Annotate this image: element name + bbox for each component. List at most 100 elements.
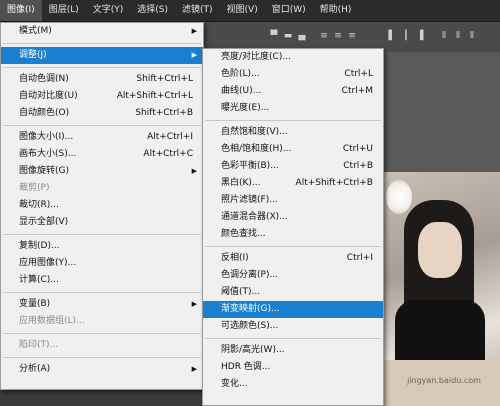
menu-item-variables[interactable]: 变量(B) ▶ xyxy=(1,296,203,313)
distribute-center-icon[interactable]: ⦀ xyxy=(452,31,464,41)
menu-item-label: 自动对比度(U) xyxy=(19,91,78,101)
menu-item-hdr-toning[interactable]: HDR 色调... xyxy=(203,359,383,376)
menu-item-shortcut: Ctrl+L xyxy=(344,69,373,79)
distribute-top-icon[interactable]: ≡ xyxy=(318,31,330,41)
menu-item-channel-mixer[interactable]: 通道混合器(X)... xyxy=(203,209,383,226)
menu-item-calculations[interactable]: 计算(C)... xyxy=(1,272,203,289)
menu-item-label: 通道混合器(X)... xyxy=(221,212,288,222)
menu-item-gradient-map[interactable]: 渐变映射(G)... xyxy=(203,301,383,318)
distribute-right-icon[interactable]: ⦀ xyxy=(466,31,478,41)
menu-item-shadows-highlights[interactable]: 阴影/高光(W)... xyxy=(203,342,383,359)
menu-item-duplicate[interactable]: 复制(D)... xyxy=(1,238,203,255)
menu-item-apply-data-set: 应用数据组(L)... xyxy=(1,313,203,330)
menu-item-label: 自然饱和度(V)... xyxy=(221,127,288,137)
menu-item-shortcut: Ctrl+B xyxy=(343,161,373,171)
menu-item-label: 分析(A) xyxy=(19,364,51,374)
menu-item-label: 色调分离(P)... xyxy=(221,270,279,280)
menu-item-crop: 裁剪(P) xyxy=(1,180,203,197)
menu-item-mode[interactable]: 模式(M) ▶ xyxy=(1,23,203,40)
menu-item-label: 变化... xyxy=(221,379,248,389)
menu-item-shortcut: Alt+Shift+Ctrl+B xyxy=(295,178,373,188)
menu-item-label: 变量(B) xyxy=(19,299,51,309)
menu-separator xyxy=(3,67,201,68)
menu-item-label: 调整(J) xyxy=(19,50,47,60)
menu-item-color-lookup[interactable]: 颜色查找... xyxy=(203,226,383,243)
menu-filter[interactable]: 滤镜(T) xyxy=(175,0,220,21)
menu-separator xyxy=(205,246,381,247)
menu-item-reveal-all[interactable]: 显示全部(V) xyxy=(1,214,203,231)
menu-item-analysis[interactable]: 分析(A) ▶ xyxy=(1,361,203,378)
menu-item-apply-image[interactable]: 应用图像(Y)... xyxy=(1,255,203,272)
submenu-arrow-icon: ▶ xyxy=(191,27,197,35)
menu-separator xyxy=(3,333,201,334)
menu-select[interactable]: 选择(S) xyxy=(130,0,175,21)
menu-item-variations[interactable]: 变化... xyxy=(203,376,383,393)
menu-item-label: 可选颜色(S)... xyxy=(221,321,279,331)
menu-item-auto-color[interactable]: 自动颜色(O) Shift+Ctrl+B xyxy=(1,105,203,122)
menu-item-label: 阴影/高光(W)... xyxy=(221,345,285,355)
menu-item-image-size[interactable]: 图像大小(I)... Alt+Ctrl+I xyxy=(1,129,203,146)
menu-item-shortcut: Alt+Ctrl+I xyxy=(147,132,193,142)
menu-item-label: 阈值(T)... xyxy=(221,287,261,297)
menu-item-label: 复制(D)... xyxy=(19,241,60,251)
menu-image[interactable]: 图像(I) xyxy=(0,0,42,21)
menu-item-label: 色彩平衡(B)... xyxy=(221,161,279,171)
menu-separator xyxy=(205,338,381,339)
menu-help[interactable]: 帮助(H) xyxy=(313,0,359,21)
menu-item-black-white[interactable]: 黑白(K)... Alt+Shift+Ctrl+B xyxy=(203,175,383,192)
menu-item-label: 照片滤镜(F)... xyxy=(221,195,278,205)
menu-item-shortcut: Ctrl+I xyxy=(346,253,373,263)
menu-item-label: HDR 色调... xyxy=(221,362,271,372)
menu-item-label: 黑白(K)... xyxy=(221,178,261,188)
menu-item-invert[interactable]: 反相(I) Ctrl+I xyxy=(203,250,383,267)
menu-layer[interactable]: 图层(L) xyxy=(42,0,86,21)
menu-item-vibrance[interactable]: 自然饱和度(V)... xyxy=(203,124,383,141)
submenu-arrow-icon: ▶ xyxy=(191,51,197,59)
menu-item-levels[interactable]: 色阶(L)... Ctrl+L xyxy=(203,66,383,83)
menu-item-shortcut: Ctrl+U xyxy=(342,144,373,154)
menu-item-auto-contrast[interactable]: 自动对比度(U) Alt+Shift+Ctrl+L xyxy=(1,88,203,105)
menu-item-curves[interactable]: 曲线(U)... Ctrl+M xyxy=(203,83,383,100)
menu-item-exposure[interactable]: 曝光度(E)... xyxy=(203,100,383,117)
distribute-middle-icon[interactable]: ≡ xyxy=(332,31,344,41)
menu-item-brightness-contrast[interactable]: 亮度/对比度(C)... xyxy=(203,49,383,66)
menu-item-adjustments[interactable]: 调整(J) ▶ xyxy=(1,47,203,64)
menu-item-threshold[interactable]: 阈值(T)... xyxy=(203,284,383,301)
menu-item-label: 曲线(U)... xyxy=(221,86,262,96)
menu-item-color-balance[interactable]: 色彩平衡(B)... Ctrl+B xyxy=(203,158,383,175)
menu-item-photo-filter[interactable]: 照片滤镜(F)... xyxy=(203,192,383,209)
menu-item-label: 图像大小(I)... xyxy=(19,132,74,142)
menu-view[interactable]: 视图(V) xyxy=(220,0,265,21)
menu-item-label: 自动颜色(O) xyxy=(19,108,70,118)
menu-item-trim[interactable]: 裁切(R)... xyxy=(1,197,203,214)
menu-item-hue-saturation[interactable]: 色相/饱和度(H)... Ctrl+U xyxy=(203,141,383,158)
menu-type[interactable]: 文字(Y) xyxy=(86,0,131,21)
watermark-text: jingyan.baidu.com xyxy=(407,376,481,385)
menu-separator xyxy=(3,125,201,126)
align-right-icon[interactable]: ▐ xyxy=(414,31,426,41)
distribute-bottom-icon[interactable]: ≡ xyxy=(346,31,358,41)
menu-separator xyxy=(3,43,201,44)
menu-item-auto-tone[interactable]: 自动色调(N) Shift+Ctrl+L xyxy=(1,71,203,88)
menu-item-canvas-size[interactable]: 画布大小(S)... Alt+Ctrl+C xyxy=(1,146,203,163)
align-center-icon[interactable]: ┃ xyxy=(400,31,412,41)
menu-item-label: 颜色查找... xyxy=(221,229,266,239)
submenu-arrow-icon: ▶ xyxy=(191,167,197,175)
photo-lamp xyxy=(386,180,412,214)
align-bottom-icon[interactable]: ▄ xyxy=(296,31,308,41)
menu-window[interactable]: 窗口(W) xyxy=(265,0,313,21)
menu-item-posterize[interactable]: 色调分离(P)... xyxy=(203,267,383,284)
menu-item-label: 应用图像(Y)... xyxy=(19,258,77,268)
menu-item-label: 曝光度(E)... xyxy=(221,103,270,113)
menu-item-label: 自动色调(N) xyxy=(19,74,69,84)
menu-item-selective-color[interactable]: 可选颜色(S)... xyxy=(203,318,383,335)
menu-item-image-rotation[interactable]: 图像旋转(G) ▶ xyxy=(1,163,203,180)
distribute-left-icon[interactable]: ⦀ xyxy=(438,31,450,41)
align-top-icon[interactable]: ▀ xyxy=(268,31,280,41)
menu-separator xyxy=(3,234,201,235)
align-middle-icon[interactable]: ▬ xyxy=(282,31,294,41)
menu-item-label: 应用数据组(L)... xyxy=(19,316,85,326)
align-left-icon[interactable]: ▌ xyxy=(386,31,398,41)
photo-person-face xyxy=(418,222,462,278)
menu-item-trap: 陷印(T)... xyxy=(1,337,203,354)
